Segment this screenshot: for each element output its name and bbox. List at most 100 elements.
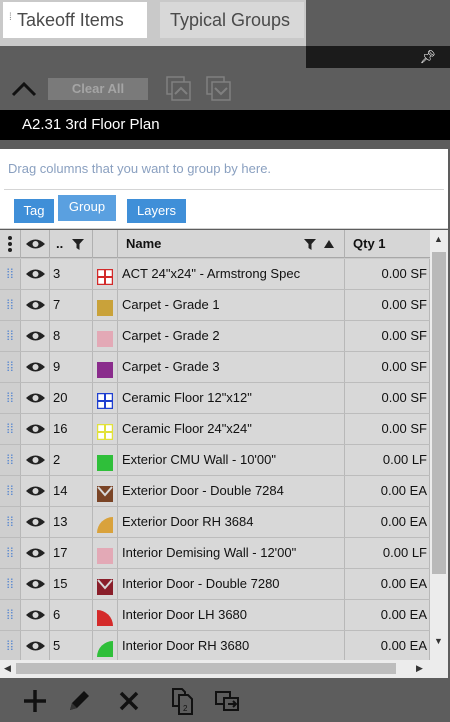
takeoff-grid: .. Name Qty 1 ⁞⁞ 3 ACT 24"x24" - Armstrong…	[0, 230, 448, 660]
scrollbar-thumb[interactable]	[432, 252, 446, 574]
table-row[interactable]: ⁞⁞ 7 Carpet - Grade 1 0.00 SF	[0, 290, 430, 321]
color-swatch	[96, 421, 114, 441]
drag-handle-icon[interactable]: ⁞⁞	[0, 538, 21, 568]
table-row[interactable]: ⁞⁞ 6 Interior Door LH 3680 0.00 EA	[0, 600, 430, 631]
drag-handle-icon[interactable]: ⁞⁞	[0, 476, 21, 506]
color-swatch	[97, 483, 113, 502]
drag-handle-icon[interactable]: ⁞⁞	[0, 414, 21, 444]
name-column-header[interactable]: Name	[118, 230, 345, 258]
drag-handle-icon[interactable]: ⁞⁞	[0, 352, 21, 382]
id-column-header[interactable]: ..	[50, 230, 93, 258]
swatch-cell	[93, 445, 118, 475]
horizontal-scrollbar[interactable]: ◀ ▶	[0, 660, 448, 678]
color-swatch	[97, 359, 113, 378]
row-id: 2	[50, 445, 93, 475]
row-id: 13	[50, 507, 93, 537]
group-by-panel[interactable]: Drag columns that you want to group by h…	[0, 149, 448, 229]
eye-icon[interactable]	[21, 538, 50, 568]
scroll-down-icon[interactable]: ▼	[434, 636, 443, 646]
color-swatch	[97, 297, 113, 316]
scroll-left-icon[interactable]: ◀	[4, 663, 11, 674]
table-row[interactable]: ⁞⁞ 13 Exterior Door RH 3684 0.00 EA	[0, 507, 430, 538]
group-chip-tag[interactable]: Tag	[14, 199, 54, 223]
pencil-icon[interactable]	[64, 686, 94, 716]
row-qty: 0.00 EA	[345, 569, 430, 599]
group-chip-group[interactable]: Group	[58, 195, 116, 221]
eye-icon[interactable]	[21, 383, 50, 413]
scroll-up-icon[interactable]: ▲	[434, 234, 443, 244]
table-row[interactable]: ⁞⁞ 2 Exterior CMU Wall - 10'00" 0.00 LF	[0, 445, 430, 476]
scroll-right-icon[interactable]: ▶	[416, 663, 423, 674]
row-qty: 0.00 EA	[345, 600, 430, 630]
eye-icon[interactable]	[21, 445, 50, 475]
row-id: 6	[50, 600, 93, 630]
swatch-cell	[93, 569, 118, 599]
eye-icon[interactable]	[21, 290, 50, 320]
table-row[interactable]: ⁞⁞ 9 Carpet - Grade 3 0.00 SF	[0, 352, 430, 383]
drag-handle-icon[interactable]: ⁞⁞	[0, 600, 21, 630]
tab-label: Typical Groups	[170, 10, 291, 30]
tab-takeoff-items[interactable]: ⁞ Takeoff Items	[3, 2, 147, 38]
color-swatch	[97, 452, 113, 471]
scrollbar-thumb[interactable]	[16, 663, 396, 674]
eye-icon[interactable]	[21, 631, 50, 660]
expand-all-icon[interactable]	[166, 76, 192, 102]
x-icon[interactable]	[114, 686, 144, 716]
eye-icon[interactable]	[21, 507, 50, 537]
drag-grip-icon: ⁞	[9, 12, 12, 23]
row-id: 15	[50, 569, 93, 599]
vertical-scrollbar[interactable]: ▲ ▼	[430, 230, 448, 660]
group-chip-layers[interactable]: Layers	[127, 199, 186, 223]
eye-icon[interactable]	[21, 352, 50, 382]
drag-handle-icon[interactable]: ⁞⁞	[0, 290, 21, 320]
drag-handle-icon[interactable]: ⁞⁞	[0, 321, 21, 351]
qty-column-header[interactable]: Qty 1	[345, 230, 430, 258]
row-name: Exterior Door RH 3684	[118, 507, 345, 537]
row-id: 9	[50, 352, 93, 382]
table-row[interactable]: ⁞⁞ 5 Interior Door RH 3680 0.00 EA	[0, 631, 430, 660]
eye-icon[interactable]	[21, 321, 50, 351]
eye-icon[interactable]	[21, 259, 50, 289]
pin-icon[interactable]: 📌︎	[419, 49, 436, 65]
table-row[interactable]: ⁞⁞ 17 Interior Demising Wall - 12'00" 0.00 …	[0, 538, 430, 569]
eye-icon[interactable]	[21, 569, 50, 599]
column-menu-icon[interactable]	[0, 230, 21, 258]
plus-icon[interactable]	[20, 686, 50, 716]
color-swatch	[97, 638, 113, 657]
eye-icon[interactable]	[21, 414, 50, 444]
copy-pages-icon[interactable]: 2	[168, 686, 198, 716]
pin-bar: 📌︎	[306, 46, 450, 68]
filter-icon[interactable]	[72, 239, 84, 250]
swatch-cell	[93, 600, 118, 630]
eye-icon[interactable]	[21, 476, 50, 506]
chevron-up-icon[interactable]	[10, 78, 38, 100]
table-row[interactable]: ⁞⁞ 15 Interior Door - Double 7280 0.00 EA	[0, 569, 430, 600]
filter-icon[interactable]	[304, 239, 316, 250]
drag-handle-icon[interactable]: ⁞⁞	[0, 383, 21, 413]
divider	[4, 189, 444, 190]
table-row[interactable]: ⁞⁞ 16 Ceramic Floor 24"x24" 0.00 SF	[0, 414, 430, 445]
spacer	[0, 140, 450, 149]
svg-text:2: 2	[183, 704, 188, 713]
drag-handle-icon[interactable]: ⁞⁞	[0, 631, 21, 660]
drag-handle-icon[interactable]: ⁞⁞	[0, 507, 21, 537]
drag-handle-icon[interactable]: ⁞⁞	[0, 445, 21, 475]
drag-handle-icon[interactable]: ⁞⁞	[0, 569, 21, 599]
eye-icon[interactable]	[21, 600, 50, 630]
table-row[interactable]: ⁞⁞ 3 ACT 24"x24" - Armstrong Spec 0.00 SF	[0, 259, 430, 290]
tab-bar: ⁞ Takeoff Items Typical Groups	[0, 0, 450, 46]
sort-ascending-icon[interactable]	[324, 240, 334, 248]
swatch-cell	[93, 476, 118, 506]
row-name: Exterior Door - Double 7284	[118, 476, 345, 506]
table-row[interactable]: ⁞⁞ 8 Carpet - Grade 2 0.00 SF	[0, 321, 430, 352]
table-row[interactable]: ⁞⁞ 20 Ceramic Floor 12"x12" 0.00 SF	[0, 383, 430, 414]
drag-handle-icon[interactable]: ⁞⁞	[0, 259, 21, 289]
color-swatch	[96, 266, 114, 286]
tab-typical-groups[interactable]: Typical Groups	[160, 2, 304, 38]
visibility-header-eye-icon[interactable]	[21, 230, 50, 258]
collapse-all-icon[interactable]	[206, 76, 232, 102]
swatch-cell	[93, 259, 118, 289]
clear-all-button[interactable]: Clear All	[48, 78, 148, 100]
transfer-icon[interactable]	[212, 686, 242, 716]
table-row[interactable]: ⁞⁞ 14 Exterior Door - Double 7284 0.00 EA	[0, 476, 430, 507]
